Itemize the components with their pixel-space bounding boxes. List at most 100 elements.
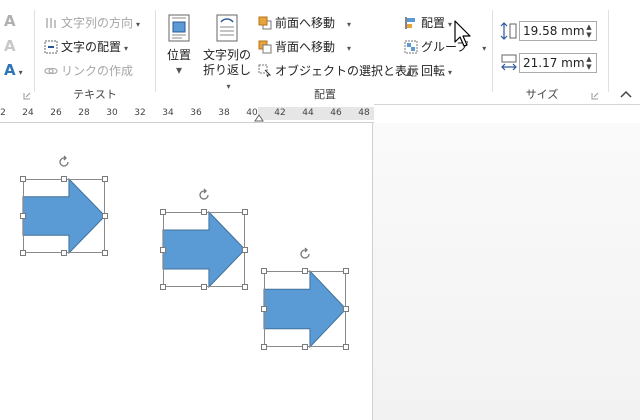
width-spin-up-icon[interactable]: ▲ bbox=[584, 55, 594, 63]
resize-handle[interactable] bbox=[160, 246, 166, 253]
selection-box bbox=[264, 271, 346, 347]
text-group-label: テキスト bbox=[73, 88, 117, 101]
send-backward-label: 背面へ移動 bbox=[275, 40, 336, 54]
selection-box bbox=[163, 212, 245, 287]
text-direction-button[interactable]: 文字列の方向 ▾ bbox=[44, 15, 140, 33]
shape-height-icon bbox=[500, 22, 517, 40]
mouse-cursor-icon bbox=[454, 20, 471, 47]
align-button[interactable]: 配置 ▾ bbox=[404, 15, 452, 33]
align-text-label: 文字の配置 bbox=[61, 40, 122, 54]
text-effects-icon[interactable]: A ▾ bbox=[4, 61, 23, 79]
resize-handle[interactable] bbox=[302, 344, 308, 350]
resize-handle[interactable] bbox=[160, 209, 166, 215]
link-icon bbox=[44, 67, 58, 75]
indent-marker-icon[interactable] bbox=[254, 114, 264, 122]
text-direction-label: 文字列の方向 bbox=[61, 16, 134, 30]
resize-handle[interactable] bbox=[302, 268, 308, 274]
resize-handle[interactable] bbox=[20, 176, 26, 182]
resize-handle[interactable] bbox=[343, 344, 349, 350]
rotate-button[interactable]: 回転 ▾ bbox=[404, 63, 452, 81]
ruler-tick-label: 46 bbox=[330, 108, 342, 118]
collapse-ribbon-icon[interactable] bbox=[620, 90, 632, 98]
create-link-label: リンクの作成 bbox=[61, 64, 134, 78]
bring-forward-button[interactable]: 前面へ移動 ▾ bbox=[258, 15, 351, 33]
resize-handle[interactable] bbox=[242, 246, 248, 253]
height-spin-up-icon[interactable]: ▲ bbox=[584, 23, 594, 31]
resize-handle[interactable] bbox=[242, 209, 248, 215]
ruler-tick-label: 32 bbox=[134, 108, 146, 118]
ruler-tick-label: 26 bbox=[50, 108, 62, 118]
text-outline-icon[interactable]: A bbox=[4, 37, 16, 55]
shape-height-input[interactable]: 19.58 mm ▲ ▼ bbox=[519, 21, 597, 41]
resize-handle[interactable] bbox=[102, 176, 108, 182]
ruler-tick-label: 36 bbox=[190, 108, 202, 118]
resize-handle[interactable] bbox=[20, 213, 26, 219]
page-background-area bbox=[373, 123, 640, 420]
send-backward-icon bbox=[258, 40, 272, 54]
create-link-button[interactable]: リンクの作成 bbox=[44, 63, 133, 79]
group-icon bbox=[404, 40, 418, 54]
right-arrow-shape[interactable] bbox=[261, 247, 349, 350]
wrap-text-button[interactable]: 文字列の 折り返し▾ bbox=[200, 14, 254, 94]
bring-forward-label: 前面へ移動 bbox=[275, 16, 336, 30]
resize-handle[interactable] bbox=[61, 176, 67, 182]
resize-handle[interactable] bbox=[61, 250, 67, 256]
resize-handle[interactable] bbox=[102, 213, 108, 219]
resize-handle[interactable] bbox=[102, 250, 108, 256]
resize-handle[interactable] bbox=[261, 268, 267, 274]
wrap-text-label-1: 文字列の bbox=[202, 48, 251, 62]
size-group-label: サイズ bbox=[525, 88, 559, 101]
position-label: 位置 bbox=[166, 48, 191, 62]
selection-pane-label: オブジェクトの選択と表示 bbox=[275, 64, 420, 78]
position-dropdown-icon: ▾ bbox=[175, 63, 183, 77]
ruler-tick-label: 2 bbox=[0, 108, 6, 118]
selection-pane-button[interactable]: オブジェクトの選択と表示 bbox=[258, 63, 419, 79]
rotate-handle-icon[interactable] bbox=[298, 247, 312, 261]
wrap-text-label-2: 折り返し▾ bbox=[202, 63, 251, 91]
align-icon bbox=[405, 17, 415, 29]
align-text-button[interactable]: 文字の配置 ▾ bbox=[44, 39, 128, 57]
resize-handle[interactable] bbox=[343, 268, 349, 274]
width-spin-down-icon[interactable]: ▼ bbox=[584, 63, 594, 71]
rotate-icon bbox=[406, 66, 417, 77]
size-launcher-icon[interactable] bbox=[591, 92, 599, 100]
ruler-tick-label: 48 bbox=[358, 108, 370, 118]
ruler-tick-label: 44 bbox=[302, 108, 314, 118]
ruler-tick-label: 38 bbox=[218, 108, 230, 118]
right-arrow-shape[interactable] bbox=[160, 188, 248, 290]
resize-handle[interactable] bbox=[20, 250, 26, 256]
ruler-tick-label: 24 bbox=[22, 108, 34, 118]
text-fill-icon[interactable]: A bbox=[4, 12, 16, 30]
align-text-icon bbox=[44, 40, 58, 54]
horizontal-ruler[interactable]: 2 24 26 28 30 32 34 36 38 40 42 44 46 48 bbox=[0, 104, 374, 123]
resize-handle[interactable] bbox=[343, 306, 349, 312]
ribbon: A A A ▾ 文字列の方向 ▾ 文字の配置 ▾ リンクの作成 テキスト 位置 ▾ 文… bbox=[0, 0, 640, 105]
shape-width-input[interactable]: 21.17 mm ▲ ▼ bbox=[519, 53, 597, 73]
text-direction-icon bbox=[46, 18, 56, 28]
position-icon bbox=[168, 14, 190, 42]
wrap-text-icon bbox=[216, 14, 238, 42]
resize-handle[interactable] bbox=[261, 344, 267, 350]
ruler-tick-label: 30 bbox=[106, 108, 118, 118]
rotate-label: 回転 bbox=[421, 64, 446, 78]
height-spin-down-icon[interactable]: ▼ bbox=[584, 31, 594, 39]
rotate-handle-icon[interactable] bbox=[57, 155, 71, 169]
position-button[interactable]: 位置 ▾ bbox=[162, 14, 196, 78]
selection-box bbox=[23, 179, 105, 253]
bring-forward-icon bbox=[258, 16, 272, 30]
right-arrow-shape[interactable] bbox=[20, 155, 108, 256]
resize-handle[interactable] bbox=[160, 284, 166, 290]
resize-handle[interactable] bbox=[261, 306, 267, 312]
shape-width-icon bbox=[501, 54, 517, 71]
arrange-group-label: 配置 bbox=[314, 88, 336, 101]
shape-height-value: 19.58 mm bbox=[523, 24, 585, 38]
ruler-tick-label: 28 bbox=[78, 108, 90, 118]
ruler-tick-label: 34 bbox=[162, 108, 174, 118]
rotate-handle-icon[interactable] bbox=[197, 188, 211, 202]
selection-pane-icon bbox=[258, 64, 272, 78]
resize-handle[interactable] bbox=[242, 284, 248, 290]
send-backward-button[interactable]: 背面へ移動 ▾ bbox=[258, 39, 351, 57]
resize-handle[interactable] bbox=[201, 284, 207, 290]
resize-handle[interactable] bbox=[201, 209, 207, 215]
wordart-launcher-icon[interactable] bbox=[23, 92, 31, 100]
